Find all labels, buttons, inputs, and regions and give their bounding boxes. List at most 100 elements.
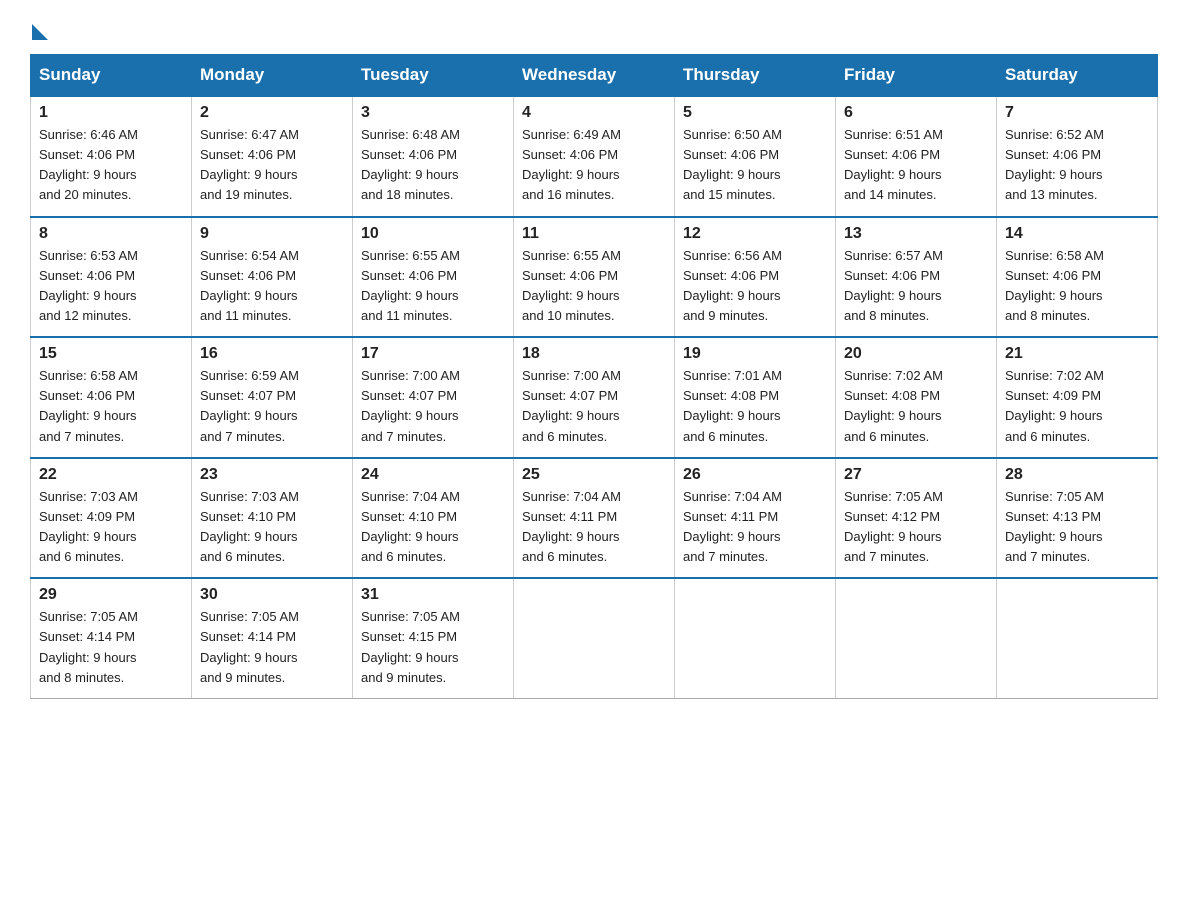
calendar-cell: 10 Sunrise: 6:55 AMSunset: 4:06 PMDayligh… <box>353 217 514 338</box>
calendar-cell: 1Sunrise: 6:46 AMSunset: 4:06 PMDaylight… <box>31 96 192 217</box>
day-info: Sunrise: 6:58 AMSunset: 4:06 PMDaylight:… <box>1005 248 1104 323</box>
day-info: Sunrise: 6:55 AMSunset: 4:06 PMDaylight:… <box>361 248 460 323</box>
day-number: 21 <box>1005 345 1149 363</box>
day-info: Sunrise: 7:03 AMSunset: 4:09 PMDaylight:… <box>39 489 138 564</box>
calendar-week-2: 8 Sunrise: 6:53 AMSunset: 4:06 PMDaylight… <box>31 217 1158 338</box>
calendar-cell: 3 Sunrise: 6:48 AMSunset: 4:06 PMDaylight… <box>353 96 514 217</box>
day-number: 16 <box>200 345 344 363</box>
day-number: 4 <box>522 104 666 122</box>
day-info: Sunrise: 6:46 AMSunset: 4:06 PMDaylight:… <box>39 127 138 202</box>
day-number: 15 <box>39 345 183 363</box>
calendar-cell: 7 Sunrise: 6:52 AMSunset: 4:06 PMDaylight… <box>997 96 1158 217</box>
calendar-cell <box>836 578 997 698</box>
calendar-cell: 19 Sunrise: 7:01 AMSunset: 4:08 PMDayligh… <box>675 337 836 458</box>
calendar-cell: 21 Sunrise: 7:02 AMSunset: 4:09 PMDayligh… <box>997 337 1158 458</box>
day-info: Sunrise: 7:02 AMSunset: 4:09 PMDaylight:… <box>1005 368 1104 443</box>
day-number: 6 <box>844 104 988 122</box>
day-number: 12 <box>683 225 827 243</box>
day-number: 11 <box>522 225 666 243</box>
day-info: Sunrise: 6:59 AMSunset: 4:07 PMDaylight:… <box>200 368 299 443</box>
calendar-cell <box>675 578 836 698</box>
calendar-cell: 2Sunrise: 6:47 AMSunset: 4:06 PMDaylight… <box>192 96 353 217</box>
day-info: Sunrise: 7:05 AMSunset: 4:12 PMDaylight:… <box>844 489 943 564</box>
day-info: Sunrise: 6:52 AMSunset: 4:06 PMDaylight:… <box>1005 127 1104 202</box>
day-number: 25 <box>522 466 666 484</box>
day-info: Sunrise: 7:03 AMSunset: 4:10 PMDaylight:… <box>200 489 299 564</box>
calendar-table: SundayMondayTuesdayWednesdayThursdayFrid… <box>30 54 1158 699</box>
calendar-cell: 9 Sunrise: 6:54 AMSunset: 4:06 PMDaylight… <box>192 217 353 338</box>
day-info: Sunrise: 6:57 AMSunset: 4:06 PMDaylight:… <box>844 248 943 323</box>
day-info: Sunrise: 6:56 AMSunset: 4:06 PMDaylight:… <box>683 248 782 323</box>
logo-arrow-icon <box>32 24 48 40</box>
calendar-cell: 15 Sunrise: 6:58 AMSunset: 4:06 PMDayligh… <box>31 337 192 458</box>
calendar-week-1: 1Sunrise: 6:46 AMSunset: 4:06 PMDaylight… <box>31 96 1158 217</box>
calendar-week-3: 15 Sunrise: 6:58 AMSunset: 4:06 PMDayligh… <box>31 337 1158 458</box>
day-number: 17 <box>361 345 505 363</box>
day-number: 10 <box>361 225 505 243</box>
calendar-cell: 17 Sunrise: 7:00 AMSunset: 4:07 PMDayligh… <box>353 337 514 458</box>
day-info: Sunrise: 6:53 AMSunset: 4:06 PMDaylight:… <box>39 248 138 323</box>
day-number: 28 <box>1005 466 1149 484</box>
day-number: 27 <box>844 466 988 484</box>
day-info: Sunrise: 6:50 AMSunset: 4:06 PMDaylight:… <box>683 127 782 202</box>
day-number: 7 <box>1005 104 1149 122</box>
calendar-cell: 8 Sunrise: 6:53 AMSunset: 4:06 PMDaylight… <box>31 217 192 338</box>
weekday-header-tuesday: Tuesday <box>353 55 514 97</box>
calendar-cell: 18 Sunrise: 7:00 AMSunset: 4:07 PMDayligh… <box>514 337 675 458</box>
day-number: 3 <box>361 104 505 122</box>
calendar-cell: 16 Sunrise: 6:59 AMSunset: 4:07 PMDayligh… <box>192 337 353 458</box>
day-number: 13 <box>844 225 988 243</box>
day-info: Sunrise: 7:04 AMSunset: 4:10 PMDaylight:… <box>361 489 460 564</box>
day-info: Sunrise: 6:51 AMSunset: 4:06 PMDaylight:… <box>844 127 943 202</box>
day-number: 14 <box>1005 225 1149 243</box>
calendar-week-5: 29 Sunrise: 7:05 AMSunset: 4:14 PMDayligh… <box>31 578 1158 698</box>
day-info: Sunrise: 7:04 AMSunset: 4:11 PMDaylight:… <box>683 489 782 564</box>
day-info: Sunrise: 6:55 AMSunset: 4:06 PMDaylight:… <box>522 248 621 323</box>
day-number: 31 <box>361 586 505 604</box>
calendar-body: 1Sunrise: 6:46 AMSunset: 4:06 PMDaylight… <box>31 96 1158 698</box>
calendar-header: SundayMondayTuesdayWednesdayThursdayFrid… <box>31 55 1158 97</box>
day-number: 23 <box>200 466 344 484</box>
calendar-cell: 6 Sunrise: 6:51 AMSunset: 4:06 PMDaylight… <box>836 96 997 217</box>
calendar-cell: 27 Sunrise: 7:05 AMSunset: 4:12 PMDayligh… <box>836 458 997 579</box>
day-info: Sunrise: 7:05 AMSunset: 4:13 PMDaylight:… <box>1005 489 1104 564</box>
page-header <box>30 20 1158 36</box>
day-number: 8 <box>39 225 183 243</box>
calendar-cell: 13 Sunrise: 6:57 AMSunset: 4:06 PMDayligh… <box>836 217 997 338</box>
calendar-cell: 29 Sunrise: 7:05 AMSunset: 4:14 PMDayligh… <box>31 578 192 698</box>
calendar-week-4: 22Sunrise: 7:03 AMSunset: 4:09 PMDayligh… <box>31 458 1158 579</box>
weekday-header-monday: Monday <box>192 55 353 97</box>
weekday-header-saturday: Saturday <box>997 55 1158 97</box>
day-number: 18 <box>522 345 666 363</box>
day-number: 2 <box>200 104 344 122</box>
day-number: 9 <box>200 225 344 243</box>
weekday-header-thursday: Thursday <box>675 55 836 97</box>
day-info: Sunrise: 6:48 AMSunset: 4:06 PMDaylight:… <box>361 127 460 202</box>
day-info: Sunrise: 7:04 AMSunset: 4:11 PMDaylight:… <box>522 489 621 564</box>
calendar-cell: 20Sunrise: 7:02 AMSunset: 4:08 PMDayligh… <box>836 337 997 458</box>
day-info: Sunrise: 6:54 AMSunset: 4:06 PMDaylight:… <box>200 248 299 323</box>
day-info: Sunrise: 7:05 AMSunset: 4:14 PMDaylight:… <box>39 609 138 684</box>
calendar-cell: 26 Sunrise: 7:04 AMSunset: 4:11 PMDayligh… <box>675 458 836 579</box>
day-info: Sunrise: 7:05 AMSunset: 4:14 PMDaylight:… <box>200 609 299 684</box>
day-info: Sunrise: 7:00 AMSunset: 4:07 PMDaylight:… <box>361 368 460 443</box>
day-number: 26 <box>683 466 827 484</box>
weekday-header-sunday: Sunday <box>31 55 192 97</box>
calendar-cell: 11 Sunrise: 6:55 AMSunset: 4:06 PMDayligh… <box>514 217 675 338</box>
logo <box>30 20 48 36</box>
calendar-cell: 28 Sunrise: 7:05 AMSunset: 4:13 PMDayligh… <box>997 458 1158 579</box>
day-info: Sunrise: 7:00 AMSunset: 4:07 PMDaylight:… <box>522 368 621 443</box>
calendar-cell: 31 Sunrise: 7:05 AMSunset: 4:15 PMDayligh… <box>353 578 514 698</box>
calendar-cell: 4 Sunrise: 6:49 AMSunset: 4:06 PMDaylight… <box>514 96 675 217</box>
calendar-cell: 5Sunrise: 6:50 AMSunset: 4:06 PMDaylight… <box>675 96 836 217</box>
day-info: Sunrise: 7:01 AMSunset: 4:08 PMDaylight:… <box>683 368 782 443</box>
day-info: Sunrise: 6:49 AMSunset: 4:06 PMDaylight:… <box>522 127 621 202</box>
day-info: Sunrise: 7:05 AMSunset: 4:15 PMDaylight:… <box>361 609 460 684</box>
day-number: 29 <box>39 586 183 604</box>
day-number: 19 <box>683 345 827 363</box>
calendar-cell <box>514 578 675 698</box>
day-number: 20 <box>844 345 988 363</box>
weekday-header-friday: Friday <box>836 55 997 97</box>
day-info: Sunrise: 6:58 AMSunset: 4:06 PMDaylight:… <box>39 368 138 443</box>
day-number: 30 <box>200 586 344 604</box>
